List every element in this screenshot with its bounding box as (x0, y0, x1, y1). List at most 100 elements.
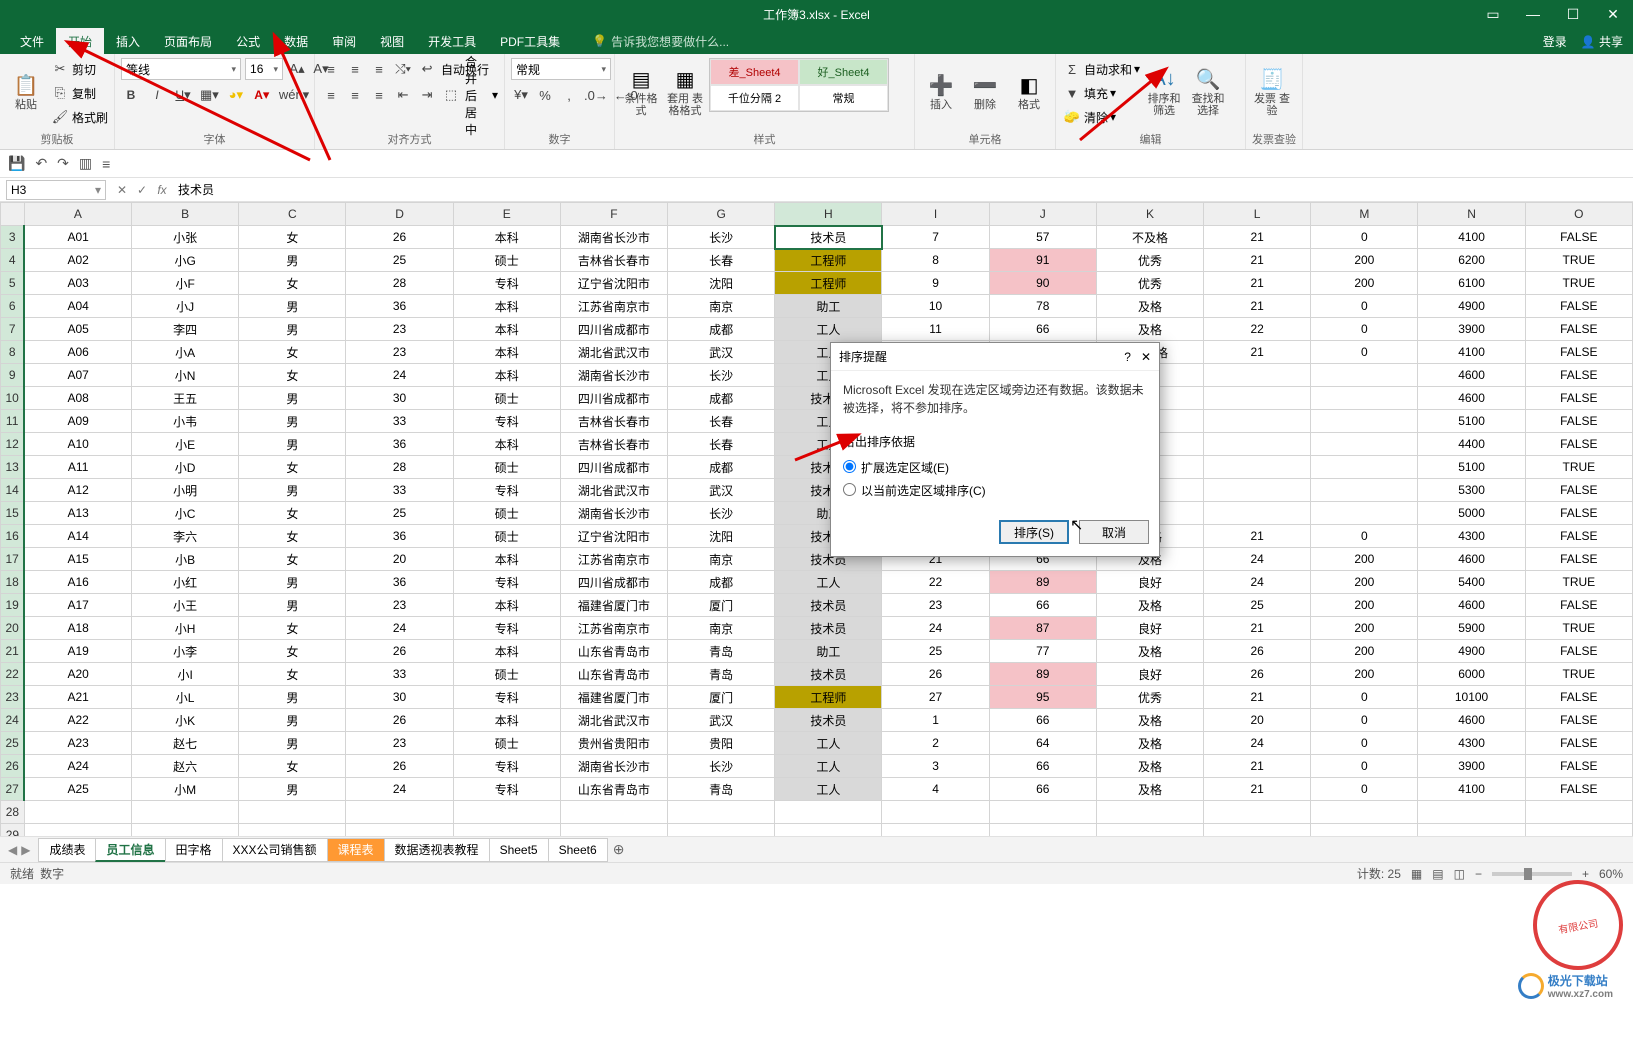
fx-icon[interactable]: fx (152, 183, 172, 197)
cell[interactable]: 本科 (453, 341, 560, 364)
cell[interactable]: 30 (346, 686, 453, 709)
row-header[interactable]: 10 (1, 387, 25, 410)
cell[interactable]: 57 (989, 226, 1096, 249)
cell[interactable]: A06 (24, 341, 131, 364)
cell[interactable]: 专科 (453, 617, 560, 640)
sheet-tab[interactable]: 田字格 (165, 838, 223, 862)
cell[interactable]: 11 (882, 318, 989, 341)
cell[interactable]: 李四 (132, 318, 239, 341)
menu-tab-6[interactable]: 审阅 (320, 28, 368, 54)
cell-styles-gallery[interactable]: 差_Sheet4 好_Sheet4 千位分隔 2 常规 (709, 58, 889, 112)
save-icon[interactable]: 💾 (8, 155, 25, 172)
cell[interactable]: 女 (239, 755, 346, 778)
cell[interactable]: 工人 (775, 755, 882, 778)
cell[interactable]: 30 (346, 387, 453, 410)
cell[interactable] (668, 801, 775, 824)
zoom-in-button[interactable]: + (1582, 867, 1589, 881)
cell[interactable]: 沈阳 (668, 272, 775, 295)
row-header[interactable]: 8 (1, 341, 25, 364)
cell[interactable]: 24 (1204, 571, 1311, 594)
cell[interactable]: 28 (346, 456, 453, 479)
cell[interactable]: A13 (24, 502, 131, 525)
cell[interactable]: 6100 (1418, 272, 1525, 295)
row-header[interactable]: 26 (1, 755, 25, 778)
cell[interactable]: FALSE (1525, 318, 1632, 341)
percent-button[interactable]: % (535, 85, 555, 105)
menu-tab-0[interactable]: 文件 (8, 28, 56, 54)
cell[interactable]: FALSE (1525, 732, 1632, 755)
cell[interactable]: 赵六 (132, 755, 239, 778)
cell[interactable]: 成都 (668, 456, 775, 479)
cell[interactable]: 66 (989, 755, 1096, 778)
row-header[interactable]: 13 (1, 456, 25, 479)
add-sheet-button[interactable]: ⊕ (607, 841, 631, 858)
cell[interactable] (882, 801, 989, 824)
cell[interactable]: 10100 (1418, 686, 1525, 709)
cell[interactable]: 武汉 (668, 479, 775, 502)
cell[interactable]: 4 (882, 778, 989, 801)
cell[interactable]: 硕士 (453, 502, 560, 525)
cell[interactable]: 本科 (453, 318, 560, 341)
cell[interactable]: 5000 (1418, 502, 1525, 525)
font-color-button[interactable]: A▾ (252, 85, 272, 105)
cell[interactable]: 青岛 (668, 778, 775, 801)
cell[interactable] (560, 801, 667, 824)
border-button[interactable]: ▦▾ (199, 85, 220, 105)
cell[interactable] (132, 801, 239, 824)
cell[interactable]: 小F (132, 272, 239, 295)
cell[interactable]: 0 (1311, 341, 1418, 364)
cell[interactable] (775, 801, 882, 824)
cell[interactable] (1204, 479, 1311, 502)
cell[interactable]: 女 (239, 364, 346, 387)
table-format-button[interactable]: ▦套用 表格格式 (665, 58, 705, 124)
cell[interactable]: 0 (1311, 755, 1418, 778)
tab-nav-first-icon[interactable]: ◀ (8, 843, 17, 857)
cell[interactable]: 硕士 (453, 525, 560, 548)
cell[interactable]: 成都 (668, 571, 775, 594)
cell[interactable]: 25 (346, 249, 453, 272)
cell[interactable]: FALSE (1525, 755, 1632, 778)
copy-button[interactable]: ⎘ (50, 83, 70, 103)
cell[interactable]: 小L (132, 686, 239, 709)
cell[interactable]: 男 (239, 249, 346, 272)
row-header[interactable]: 19 (1, 594, 25, 617)
cell[interactable]: 武汉 (668, 341, 775, 364)
cell[interactable]: 专科 (453, 778, 560, 801)
cell[interactable]: 0 (1311, 778, 1418, 801)
cell[interactable]: FALSE (1525, 387, 1632, 410)
comma-button[interactable]: , (559, 85, 579, 105)
cell[interactable]: 7 (882, 226, 989, 249)
cell[interactable]: 长沙 (668, 364, 775, 387)
cell[interactable]: 湖南省长沙市 (560, 755, 667, 778)
cell[interactable]: 工程师 (775, 272, 882, 295)
cell[interactable]: 及格 (1096, 755, 1203, 778)
cell[interactable]: A10 (24, 433, 131, 456)
cell[interactable]: 技术员 (775, 709, 882, 732)
cell[interactable]: 200 (1311, 548, 1418, 571)
inc-decimal-button[interactable]: .0→ (583, 85, 609, 105)
cell[interactable]: 200 (1311, 594, 1418, 617)
col-header-B[interactable]: B (132, 203, 239, 226)
cell[interactable]: 辽宁省沈阳市 (560, 525, 667, 548)
cell[interactable]: A03 (24, 272, 131, 295)
cell[interactable]: 及格 (1096, 594, 1203, 617)
cell[interactable]: 男 (239, 295, 346, 318)
cell[interactable]: FALSE (1525, 410, 1632, 433)
menu-tab-8[interactable]: 开发工具 (416, 28, 488, 54)
cell[interactable]: 四川省成都市 (560, 318, 667, 341)
cell[interactable]: 78 (989, 295, 1096, 318)
cell[interactable]: 技术员 (775, 226, 882, 249)
cell[interactable]: 10 (882, 295, 989, 318)
cell[interactable]: 26 (346, 640, 453, 663)
cell[interactable]: 89 (989, 663, 1096, 686)
cell[interactable]: 5100 (1418, 410, 1525, 433)
cell[interactable]: 33 (346, 410, 453, 433)
cell[interactable]: 女 (239, 502, 346, 525)
cell[interactable]: A07 (24, 364, 131, 387)
cell[interactable]: 4300 (1418, 525, 1525, 548)
cell[interactable]: 4100 (1418, 778, 1525, 801)
cell[interactable]: 66 (989, 594, 1096, 617)
cell[interactable]: 福建省厦门市 (560, 594, 667, 617)
cell[interactable]: 四川省成都市 (560, 387, 667, 410)
cell[interactable]: 26 (1204, 640, 1311, 663)
